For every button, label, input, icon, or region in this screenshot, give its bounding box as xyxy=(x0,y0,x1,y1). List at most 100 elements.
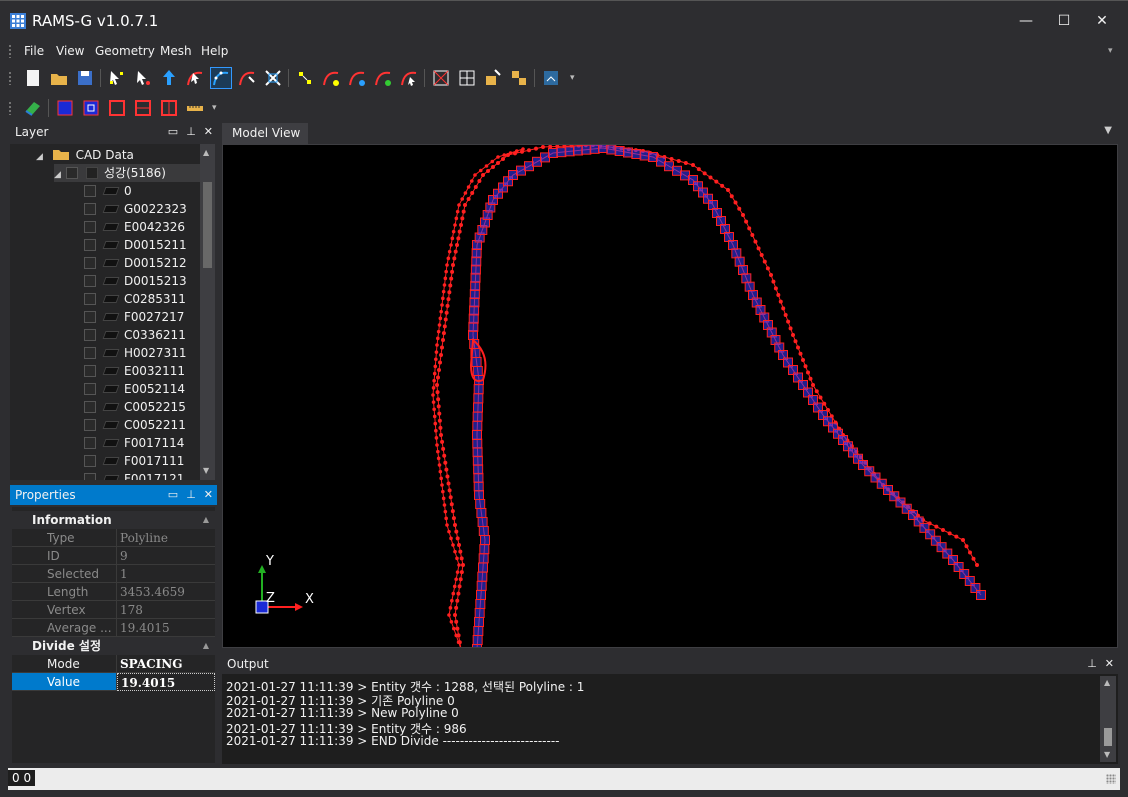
grip-icon[interactable] xyxy=(8,44,12,58)
menu-view[interactable]: View xyxy=(56,44,84,58)
layer-checkbox[interactable] xyxy=(84,239,96,251)
box-d-icon[interactable] xyxy=(132,97,154,119)
tree-group[interactable]: ◢ 성강(5186) xyxy=(54,164,200,182)
layer-scrollbar[interactable]: ▲ ▼ xyxy=(200,144,215,480)
box-c-icon[interactable] xyxy=(106,97,128,119)
tree-root[interactable]: ◢ CAD Data xyxy=(36,146,134,164)
layer-checkbox[interactable] xyxy=(84,275,96,287)
curve-move-icon[interactable] xyxy=(372,67,394,89)
float-icon[interactable]: ▭ xyxy=(168,488,178,501)
grip-icon[interactable] xyxy=(8,101,12,115)
float-icon[interactable]: ▭ xyxy=(168,125,178,138)
divide-value-row[interactable]: Value 19.4015 xyxy=(12,673,215,691)
grip-icon[interactable] xyxy=(8,71,12,85)
tab-model-view[interactable]: Model View xyxy=(222,123,308,144)
layer-checkbox[interactable] xyxy=(84,185,96,197)
tab-dropdown-icon[interactable]: ▼ xyxy=(1104,125,1112,136)
scroll-down-icon[interactable]: ▼ xyxy=(203,466,209,475)
mesh-refine-a-icon[interactable] xyxy=(482,67,504,89)
save-icon[interactable] xyxy=(74,67,96,89)
layer-checkbox[interactable] xyxy=(84,293,96,305)
property-row[interactable]: Average ... 19.4015 xyxy=(12,619,215,637)
divide-curve-icon[interactable] xyxy=(210,67,232,89)
toolbar-overflow-icon[interactable]: ▾ xyxy=(212,103,217,113)
layer-checkbox[interactable] xyxy=(84,455,96,467)
layer-checkbox[interactable] xyxy=(84,401,96,413)
divide-spacing-icon[interactable] xyxy=(236,67,258,89)
layer-icon xyxy=(102,331,120,339)
curve-add-icon[interactable] xyxy=(320,67,342,89)
pin-icon[interactable]: ⊥ xyxy=(186,488,196,501)
model-view-canvas[interactable]: Y Z X xyxy=(222,144,1118,648)
layer-checkbox[interactable] xyxy=(84,311,96,323)
divide-mode-value[interactable]: SPACING xyxy=(117,655,215,673)
layer-checkbox[interactable] xyxy=(84,437,96,449)
scroll-up-icon[interactable]: ▲ xyxy=(1104,678,1110,687)
group-checkbox[interactable] xyxy=(66,167,78,179)
cad-drawing[interactable]: Y Z X xyxy=(223,145,1118,648)
scroll-up-icon[interactable]: ▲ xyxy=(203,148,209,157)
close-icon[interactable]: ✕ xyxy=(204,488,213,501)
scroll-down-icon[interactable]: ▼ xyxy=(1104,750,1110,759)
map-layer-icon[interactable] xyxy=(22,97,44,119)
scroll-thumb[interactable] xyxy=(203,182,212,268)
layer-checkbox[interactable] xyxy=(84,221,96,233)
menu-mesh[interactable]: Mesh xyxy=(160,44,192,58)
menu-overflow-icon[interactable]: ▾ xyxy=(1108,46,1113,56)
layer-checkbox[interactable] xyxy=(84,203,96,215)
open-folder-icon[interactable] xyxy=(48,67,70,89)
curve-edit-icon[interactable] xyxy=(346,67,368,89)
layer-checkbox[interactable] xyxy=(84,365,96,377)
property-row[interactable]: Length 3453.4659 xyxy=(12,583,215,601)
collapse-icon[interactable]: ▲ xyxy=(203,637,209,655)
output-scrollbar[interactable]: ▲ ▼ xyxy=(1100,676,1116,762)
scroll-thumb[interactable] xyxy=(1104,728,1112,746)
box-e-icon[interactable] xyxy=(158,97,180,119)
new-file-icon[interactable] xyxy=(22,67,44,89)
trim-icon[interactable] xyxy=(262,67,284,89)
layer-checkbox[interactable] xyxy=(84,419,96,431)
maximize-button[interactable]: ☐ xyxy=(1046,9,1082,33)
layer-checkbox[interactable] xyxy=(84,473,96,480)
menu-geometry[interactable]: Geometry xyxy=(95,44,155,58)
pick-up-icon[interactable] xyxy=(158,67,180,89)
box-b-icon[interactable] xyxy=(80,97,102,119)
close-icon[interactable]: ✕ xyxy=(204,125,213,138)
expand-arrow-icon[interactable]: ◢ xyxy=(36,152,43,162)
resize-grip-icon[interactable] xyxy=(1106,774,1116,784)
property-row[interactable]: Type Polyline xyxy=(12,529,215,547)
curve-delete-icon[interactable] xyxy=(398,67,420,89)
property-row[interactable]: ID 9 xyxy=(12,547,215,565)
pick-curve-icon[interactable] xyxy=(184,67,206,89)
select-lines-icon[interactable] xyxy=(132,67,154,89)
divide-mode-row[interactable]: Mode SPACING xyxy=(12,655,215,673)
export-icon[interactable] xyxy=(540,67,562,89)
layer-checkbox[interactable] xyxy=(84,329,96,341)
select-points-icon[interactable] xyxy=(106,67,128,89)
mesh-grid-b-icon[interactable] xyxy=(456,67,478,89)
divide-value-input[interactable]: 19.4015 xyxy=(117,673,215,691)
property-row[interactable]: Selected 1 xyxy=(12,565,215,583)
mesh-refine-b-icon[interactable] xyxy=(508,67,530,89)
node-add-icon[interactable] xyxy=(294,67,316,89)
expand-arrow-icon[interactable]: ◢ xyxy=(54,170,61,180)
close-icon[interactable]: ✕ xyxy=(1105,657,1114,670)
divide-group[interactable]: Divide 설정 ▲ xyxy=(12,637,215,655)
layer-checkbox[interactable] xyxy=(84,257,96,269)
information-group[interactable]: Information ▲ xyxy=(12,511,215,529)
pin-icon[interactable]: ⊥ xyxy=(186,125,196,138)
layer-checkbox[interactable] xyxy=(84,383,96,395)
property-row[interactable]: Vertex 178 xyxy=(12,601,215,619)
collapse-icon[interactable]: ▲ xyxy=(203,511,209,529)
menu-file[interactable]: File xyxy=(24,44,44,58)
mesh-grid-a-icon[interactable] xyxy=(430,67,452,89)
layer-checkbox[interactable] xyxy=(84,347,96,359)
close-button[interactable]: ✕ xyxy=(1084,9,1120,33)
minimize-button[interactable]: — xyxy=(1008,9,1044,33)
pin-icon[interactable]: ⊥ xyxy=(1087,657,1097,670)
layer-icon xyxy=(102,421,120,429)
toolbar-overflow-icon[interactable]: ▾ xyxy=(570,73,575,83)
ruler-icon[interactable] xyxy=(184,97,206,119)
box-a-icon[interactable] xyxy=(54,97,76,119)
menu-help[interactable]: Help xyxy=(201,44,228,58)
